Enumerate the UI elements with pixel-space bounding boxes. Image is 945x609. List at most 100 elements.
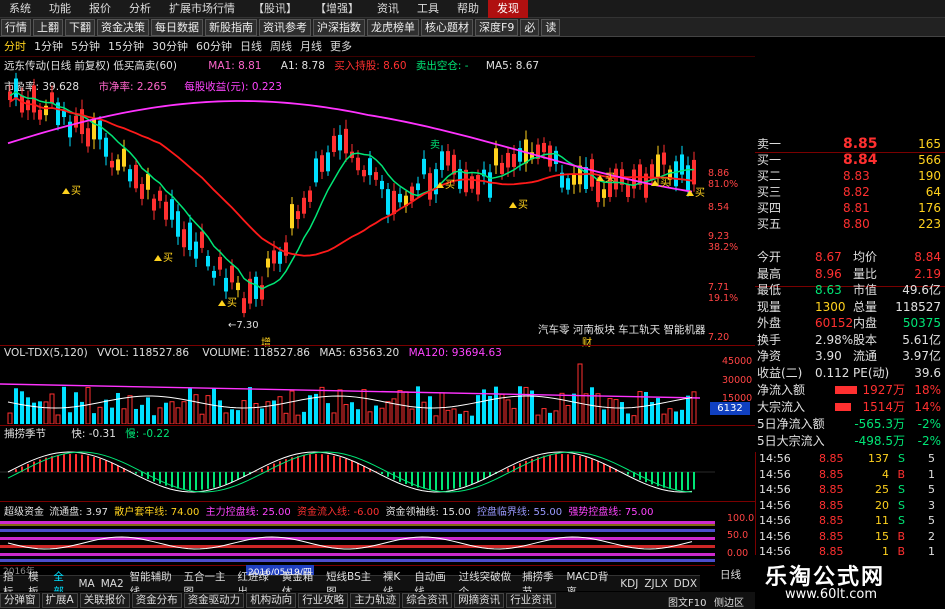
indicator-tab-17[interactable]: DDX xyxy=(671,578,700,590)
volume-chart[interactable] xyxy=(0,358,755,424)
flow-pct: -2% xyxy=(917,434,941,448)
candle xyxy=(470,176,474,189)
period-tab-2[interactable]: 5分钟 xyxy=(67,38,104,54)
info-tab-0[interactable]: 分弹窗 xyxy=(0,593,40,608)
toolbar-button-10[interactable]: 深度F9 xyxy=(475,18,519,36)
period-tab-6[interactable]: 日线 xyxy=(236,38,266,54)
buy-marker: 买 xyxy=(518,199,528,211)
candle xyxy=(290,204,294,229)
menu-item-3[interactable]: 分析 xyxy=(120,0,160,18)
candle xyxy=(38,109,42,120)
period-tab-7[interactable]: 周线 xyxy=(266,38,296,54)
menu-item-9[interactable]: 帮助 xyxy=(448,0,488,18)
candle xyxy=(344,128,348,154)
trade-row: 14:56 8.85 20 S 3 xyxy=(755,498,945,514)
daily-tab[interactable]: 日线 xyxy=(720,567,741,582)
trade-volume: 1 xyxy=(882,545,889,558)
toolbar-button-4[interactable]: 每日数据 xyxy=(151,18,203,36)
order-book-row: 买五 8.80 223 xyxy=(755,216,945,232)
candle xyxy=(272,250,276,264)
info-tab-8[interactable]: 综合资讯 xyxy=(402,593,453,608)
toolbar-button-2[interactable]: 下翻 xyxy=(65,18,95,36)
funds-tick: 50.0 xyxy=(727,530,749,541)
period-tab-4[interactable]: 30分钟 xyxy=(148,38,192,54)
menu-item-8[interactable]: 工具 xyxy=(408,0,448,18)
chart-mask xyxy=(296,281,646,321)
info-tab-6[interactable]: 行业攻略 xyxy=(298,593,349,608)
candle xyxy=(200,231,204,248)
candle xyxy=(476,175,480,195)
stat-row: 最低 8.63 市值 49.6亿 xyxy=(755,282,945,298)
candle xyxy=(158,190,162,201)
trade-side: B xyxy=(897,545,905,558)
volume-bar xyxy=(470,415,474,424)
menu-item-7[interactable]: 资讯 xyxy=(368,0,408,18)
menu-item-10[interactable]: 发现 xyxy=(488,0,528,18)
menu-item-0[interactable]: 系统 xyxy=(0,0,40,18)
menu-item-6[interactable]: 【增强】 xyxy=(306,0,368,18)
info-tab-5[interactable]: 机构动向 xyxy=(246,593,297,608)
info-tab-3[interactable]: 资金分布 xyxy=(131,593,182,608)
funds-chart[interactable] xyxy=(0,515,715,565)
candle xyxy=(392,190,396,215)
info-tab-7[interactable]: 主力轨迹 xyxy=(350,593,401,608)
toolbar-button-11[interactable]: 必 xyxy=(520,18,540,36)
candle xyxy=(506,152,510,168)
indicator-tab-16[interactable]: ZJLX xyxy=(641,578,670,590)
toolbar-button-8[interactable]: 龙虎榜单 xyxy=(367,18,419,36)
info-tab-2[interactable]: 关联报价 xyxy=(79,593,130,608)
toolbar-button-5[interactable]: 新股指南 xyxy=(205,18,257,36)
volume-bar xyxy=(583,393,589,424)
candle xyxy=(320,155,324,172)
volume-bar xyxy=(68,412,72,424)
stat-value: 3.97亿 xyxy=(902,349,941,363)
menu-item-4[interactable]: 扩展市场行情 xyxy=(160,0,244,18)
stat-value: 50375 xyxy=(902,316,941,330)
season-chart[interactable] xyxy=(0,438,715,500)
toolbar-button-12[interactable]: 读 xyxy=(541,18,561,36)
volume-bar xyxy=(350,402,354,424)
trade-price: 8.85 xyxy=(819,514,844,527)
toolbar-button-3[interactable]: 资金决策 xyxy=(97,18,149,36)
toolbar-button-6[interactable]: 资讯参考 xyxy=(259,18,311,36)
trade-row: 14:56 8.85 1 B 1 xyxy=(755,544,945,560)
menu-item-2[interactable]: 报价 xyxy=(80,0,120,18)
period-tab-5[interactable]: 60分钟 xyxy=(192,38,236,54)
period-tab-9[interactable]: 更多 xyxy=(326,38,356,54)
toolbar-button-0[interactable]: 行情 xyxy=(1,18,31,36)
info-tab-4[interactable]: 资金驱动力 xyxy=(183,593,245,608)
toolbar-button-9[interactable]: 核心题材 xyxy=(421,18,473,36)
divider xyxy=(0,425,755,426)
toolbar-button-7[interactable]: 沪深指数 xyxy=(313,18,365,36)
stat-value: 118527 xyxy=(895,299,941,314)
candle xyxy=(20,95,24,113)
volume-bar xyxy=(385,401,391,424)
volume-bar xyxy=(241,400,247,424)
info-tab-1[interactable]: 扩展A xyxy=(41,593,78,608)
f10-tab[interactable]: 图文F10 xyxy=(668,594,706,609)
volume-bar xyxy=(433,415,439,424)
info-tab-10[interactable]: 行业资讯 xyxy=(506,593,557,608)
indicator-tab-15[interactable]: KDJ xyxy=(617,578,641,590)
menu-item-1[interactable]: 功能 xyxy=(40,0,80,18)
period-tab-8[interactable]: 月线 xyxy=(296,38,326,54)
trade-time: 14:56 xyxy=(759,514,791,527)
candle xyxy=(14,78,18,98)
volume-bar xyxy=(253,402,259,424)
toolbar-button-1[interactable]: 上翻 xyxy=(33,18,63,36)
stat-label: 外盘 xyxy=(757,316,782,330)
side-tab[interactable]: 侧边区 xyxy=(714,594,744,609)
candle xyxy=(182,229,186,248)
period-tab-3[interactable]: 15分钟 xyxy=(104,38,148,54)
indicator-tab-3[interactable]: MA xyxy=(75,578,97,590)
volume-bar xyxy=(97,406,103,424)
period-tab-0[interactable]: 分时 xyxy=(0,38,30,54)
indicator-tab-4[interactable]: MA2 xyxy=(98,578,127,590)
info-tab-9[interactable]: 网摘资讯 xyxy=(454,593,505,608)
volume-bar xyxy=(421,401,427,424)
trade-price: 8.85 xyxy=(819,545,844,558)
trade-time: 14:56 xyxy=(759,545,791,558)
stat-row: 净资 3.90 流通 3.97亿 xyxy=(755,348,945,364)
menu-item-5[interactable]: 【股讯】 xyxy=(244,0,306,18)
period-tab-1[interactable]: 1分钟 xyxy=(30,38,67,54)
